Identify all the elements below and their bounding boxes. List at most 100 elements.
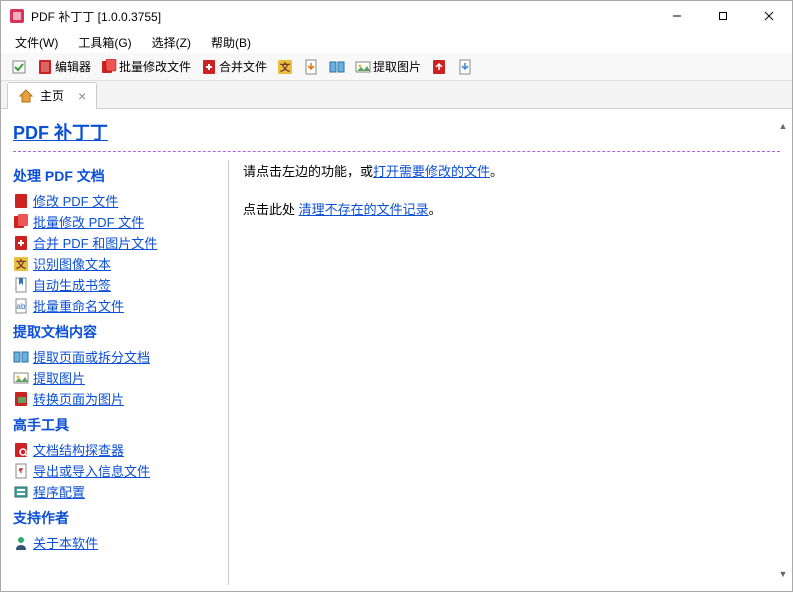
maximize-button[interactable] [700, 1, 746, 31]
link-extract-images: 提取图片 [13, 367, 222, 388]
link-config-a[interactable]: 程序配置 [33, 482, 85, 501]
link-extract-images-a[interactable]: 提取图片 [33, 368, 85, 387]
toolbar-extract-page[interactable] [299, 57, 323, 77]
person-icon [13, 535, 29, 551]
menu-select[interactable]: 选择(Z) [144, 32, 199, 53]
checkbox-icon [11, 59, 27, 75]
import-icon [457, 59, 473, 75]
pdf-merge-icon [201, 59, 217, 75]
svg-text:文: 文 [280, 61, 291, 74]
convert-icon [13, 391, 29, 407]
close-button[interactable] [746, 1, 792, 31]
link-export-import: 导出或导入信息文件 [13, 460, 222, 481]
link-extract-pages-a[interactable]: 提取页面或拆分文档 [33, 347, 150, 366]
link-structure-inspector-a[interactable]: 文档结构探查器 [33, 440, 124, 459]
link-modify-pdf-a[interactable]: 修改 PDF 文件 [33, 191, 118, 210]
scroll-up-icon[interactable]: ▲ [777, 119, 789, 133]
toolbar-batch-label: 批量修改文件 [119, 58, 191, 75]
pdf-icon [13, 193, 29, 209]
link-batch-modify: 批量修改 PDF 文件 [13, 211, 222, 232]
menu-help[interactable]: 帮助(B) [203, 32, 259, 53]
config-icon [13, 484, 29, 500]
toolbar-editor-label: 编辑器 [55, 58, 91, 75]
rename-icon: ab [13, 298, 29, 314]
link-ocr: 文识别图像文本 [13, 253, 222, 274]
ocr-icon: 文 [13, 256, 29, 272]
section-process-heading: 处理 PDF 文档 [13, 166, 222, 186]
body-row: 处理 PDF 文档 修改 PDF 文件 批量修改 PDF 文件 合并 PDF 和… [13, 160, 780, 585]
pdf-icon [37, 59, 53, 75]
divider [13, 151, 780, 152]
pdf-multi-icon [101, 59, 117, 75]
section-extract-heading: 提取文档内容 [13, 322, 222, 342]
toolbar-extract-img-label: 提取图片 [373, 58, 421, 75]
toolbar-import[interactable] [453, 57, 477, 77]
tabstrip: 主页 × [1, 81, 792, 109]
bookmark-icon [13, 277, 29, 293]
svg-text:文: 文 [16, 258, 27, 271]
split-icon [329, 59, 345, 75]
toolbar-ocr[interactable]: 文 [273, 57, 297, 77]
menubar: 文件(W) 工具箱(G) 选择(Z) 帮助(B) [1, 31, 792, 53]
link-clean-records[interactable]: 清理不存在的文件记录 [299, 202, 429, 217]
toolbar-split[interactable] [325, 57, 349, 77]
link-convert-to-image: 转换页面为图片 [13, 388, 222, 409]
export-icon [431, 59, 447, 75]
scrollbar[interactable]: ▲ ▼ [777, 119, 789, 581]
link-merge-pdf: 合并 PDF 和图片文件 [13, 232, 222, 253]
menu-file[interactable]: 文件(W) [7, 32, 66, 53]
svg-text:ab: ab [17, 302, 26, 311]
link-extract-pages: 提取页面或拆分文档 [13, 346, 222, 367]
window-title: PDF 补丁丁 [1.0.0.3755] [31, 8, 654, 25]
toolbar-export[interactable] [427, 57, 451, 77]
split-icon [13, 349, 29, 365]
home-icon [18, 88, 34, 104]
link-merge-pdf-a[interactable]: 合并 PDF 和图片文件 [33, 233, 157, 252]
right-column: 请点击左边的功能，或打开需要修改的文件。 点击此处 清理不存在的文件记录。 [228, 160, 780, 585]
toolbar-checkbox[interactable] [7, 57, 31, 77]
toolbar-merge[interactable]: 合并文件 [197, 56, 271, 77]
app-icon [9, 8, 25, 24]
link-config: 程序配置 [13, 481, 222, 502]
io-icon [13, 463, 29, 479]
link-batch-rename-a[interactable]: 批量重命名文件 [33, 296, 124, 315]
tab-home-label: 主页 [40, 87, 64, 104]
menu-toolbox[interactable]: 工具箱(G) [70, 32, 139, 53]
link-export-import-a[interactable]: 导出或导入信息文件 [33, 461, 150, 480]
inspect-icon [13, 442, 29, 458]
prompt-open-file: 请点击左边的功能，或打开需要修改的文件。 [243, 162, 780, 182]
titlebar: PDF 补丁丁 [1.0.0.3755] [1, 1, 792, 31]
left-column: 处理 PDF 文档 修改 PDF 文件 批量修改 PDF 文件 合并 PDF 和… [13, 160, 228, 585]
toolbar-batch[interactable]: 批量修改文件 [97, 56, 195, 77]
toolbar-extract-img[interactable]: 提取图片 [351, 56, 425, 77]
tab-home[interactable]: 主页 × [7, 82, 97, 109]
app-window: PDF 补丁丁 [1.0.0.3755] 文件(W) 工具箱(G) 选择(Z) … [0, 0, 793, 592]
link-convert-to-image-a[interactable]: 转换页面为图片 [33, 389, 124, 408]
link-about-a[interactable]: 关于本软件 [33, 533, 98, 552]
scroll-down-icon[interactable]: ▼ [777, 567, 789, 581]
extract-page-icon [303, 59, 319, 75]
link-batch-modify-a[interactable]: 批量修改 PDF 文件 [33, 212, 144, 231]
section-support-heading: 支持作者 [13, 508, 222, 528]
link-structure-inspector: 文档结构探查器 [13, 439, 222, 460]
link-ocr-a[interactable]: 识别图像文本 [33, 254, 111, 273]
link-auto-bookmark: 自动生成书签 [13, 274, 222, 295]
image-icon [355, 59, 371, 75]
page-title[interactable]: PDF 补丁丁 [13, 119, 780, 145]
tab-close-icon[interactable]: × [78, 89, 86, 103]
image-icon [13, 370, 29, 386]
toolbar-merge-label: 合并文件 [219, 58, 267, 75]
content-area: PDF 补丁丁 处理 PDF 文档 修改 PDF 文件 批量修改 PDF 文件 … [1, 109, 792, 591]
prompt-clean-records: 点击此处 清理不存在的文件记录。 [243, 200, 780, 220]
window-controls [654, 1, 792, 31]
link-batch-rename: ab 批量重命名文件 [13, 295, 222, 316]
link-modify-pdf: 修改 PDF 文件 [13, 190, 222, 211]
link-about: 关于本软件 [13, 532, 222, 553]
pdf-merge-icon [13, 235, 29, 251]
minimize-button[interactable] [654, 1, 700, 31]
pdf-multi-icon [13, 214, 29, 230]
link-open-file[interactable]: 打开需要修改的文件 [373, 164, 490, 179]
toolbar-editor[interactable]: 编辑器 [33, 56, 95, 77]
toolbar: 编辑器 批量修改文件 合并文件 文 提取图片 [1, 53, 792, 81]
link-auto-bookmark-a[interactable]: 自动生成书签 [33, 275, 111, 294]
